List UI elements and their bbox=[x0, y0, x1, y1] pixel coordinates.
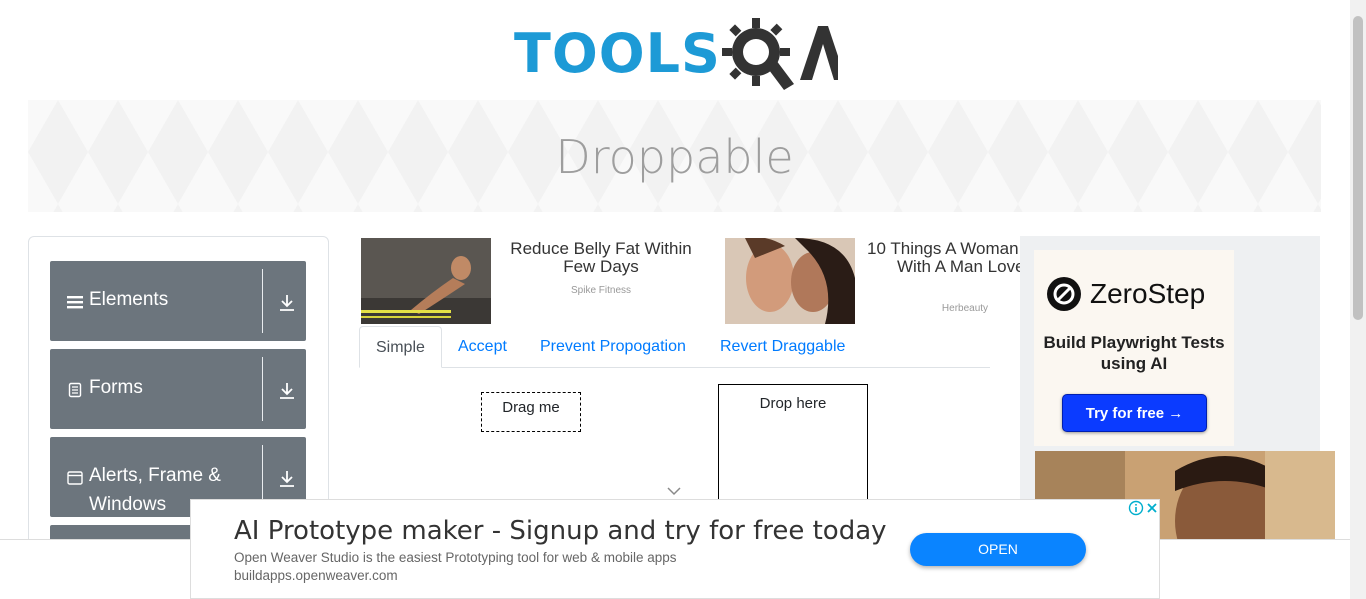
ad-title[interactable]: Reduce Belly Fat Within Few Days bbox=[501, 240, 701, 276]
scrollbar-thumb[interactable] bbox=[1353, 16, 1363, 320]
document-icon bbox=[68, 382, 82, 398]
bottom-ad-title[interactable]: AI Prototype maker - Signup and try for … bbox=[234, 516, 887, 546]
sidebar-group-label: Forms bbox=[89, 377, 143, 398]
try-for-free-button[interactable]: Try for free → bbox=[1062, 394, 1207, 432]
download-arrow-icon[interactable] bbox=[278, 381, 296, 401]
ad-thumbnail-fitness[interactable] bbox=[361, 238, 491, 324]
zerostep-ad[interactable]: ZeroStep Build Playwright Tests using AI… bbox=[1034, 250, 1234, 446]
draggable-box[interactable]: Drag me bbox=[481, 392, 581, 432]
ad-image bbox=[361, 238, 491, 324]
divider bbox=[262, 269, 263, 333]
gear-magnifier-icon bbox=[722, 18, 838, 90]
window-icon bbox=[67, 471, 83, 485]
ad-image bbox=[725, 238, 855, 324]
toolsqa-logo[interactable]: TOOLS bbox=[514, 14, 838, 92]
ad-source: Spike Fitness bbox=[570, 285, 632, 296]
close-icon[interactable] bbox=[1144, 500, 1160, 516]
download-arrow-icon[interactable] bbox=[278, 293, 296, 313]
site-header: TOOLS bbox=[0, 0, 1350, 100]
tab-revert-draggable[interactable]: Revert Draggable bbox=[704, 326, 861, 368]
sidebar-group-forms[interactable]: Forms bbox=[50, 349, 306, 429]
divider bbox=[262, 357, 263, 421]
ad-thumbnail-couple[interactable] bbox=[725, 238, 855, 324]
bottom-ad-description: Open Weaver Studio is the easiest Protot… bbox=[234, 550, 677, 565]
open-button[interactable]: OPEN bbox=[910, 533, 1086, 566]
sidebar-group-label: Elements bbox=[89, 289, 169, 310]
logo-text: TOOLS bbox=[514, 22, 721, 85]
zerostep-brand: ZeroStep bbox=[1090, 278, 1206, 309]
hamburger-icon bbox=[67, 296, 83, 309]
zerostep-tagline: Build Playwright Tests using AI bbox=[1043, 333, 1225, 373]
page-title: Droppable bbox=[555, 130, 794, 184]
droppable-target[interactable]: Drop here bbox=[718, 384, 868, 514]
zerostep-logo-icon bbox=[1047, 277, 1081, 311]
page-banner: Droppable bbox=[28, 100, 1321, 212]
tab-accept[interactable]: Accept bbox=[442, 326, 523, 368]
bottom-ad-url[interactable]: buildapps.openweaver.com bbox=[234, 568, 398, 583]
chevron-down-icon[interactable] bbox=[666, 486, 682, 496]
bottom-ad[interactable]: AI Prototype maker - Signup and try for … bbox=[190, 499, 1160, 599]
info-icon[interactable] bbox=[1128, 500, 1144, 516]
page-scrollbar[interactable] bbox=[1350, 0, 1366, 599]
sidebar-group-elements[interactable]: Elements bbox=[50, 261, 306, 341]
tab-simple[interactable]: Simple bbox=[359, 326, 442, 368]
tab-prevent-propogation[interactable]: Prevent Propogation bbox=[524, 326, 702, 368]
download-arrow-icon[interactable] bbox=[278, 469, 296, 489]
droppable-tabs: Simple Accept Prevent Propogation Revert… bbox=[359, 326, 990, 368]
